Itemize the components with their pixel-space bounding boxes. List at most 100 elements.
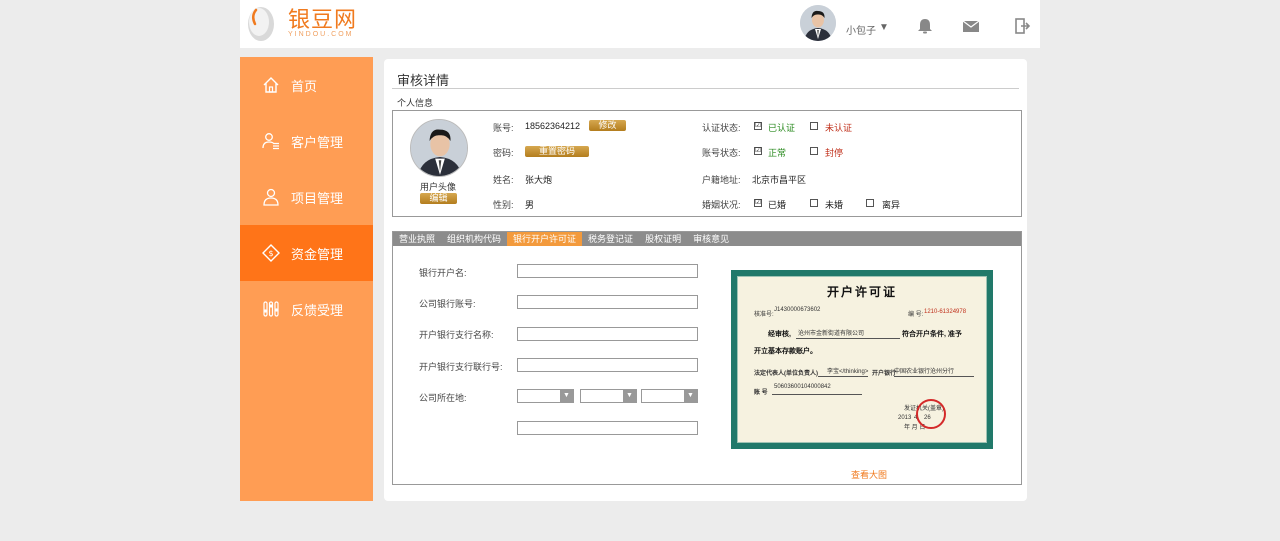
company-account-input[interactable] xyxy=(517,295,698,309)
bean-logo-icon xyxy=(248,7,274,41)
personal-info-box: 用户头像 编辑 账号: 18562364212 修改 密码: 重置密码 姓名: … xyxy=(392,110,1022,217)
cert-approval-label: 核准号: xyxy=(754,312,774,318)
user-menu-chevron-down-icon[interactable]: ▼ xyxy=(879,22,889,33)
company-account-label: 公司银行账号: xyxy=(419,299,476,309)
password-label: 密码: xyxy=(493,148,514,158)
customer-icon xyxy=(262,133,279,150)
marital-label: 婚姻状况: xyxy=(702,200,741,210)
tab-bank-permit[interactable]: 银行开户许可证 xyxy=(507,232,583,246)
district-select[interactable]: ▼ xyxy=(641,389,698,403)
title-divider xyxy=(392,88,1019,89)
user-name[interactable]: 小包子 xyxy=(846,22,876,37)
personal-info-label: 个人信息 xyxy=(397,98,434,108)
married-checkbox[interactable]: ☑ xyxy=(754,199,762,207)
tab-org-code[interactable]: 组织机构代码 xyxy=(441,232,507,246)
address-value: 北京市昌平区 xyxy=(752,175,807,185)
status-normal-checkbox[interactable]: ☑ xyxy=(754,147,762,155)
tab-business-license[interactable]: 营业执照 xyxy=(393,232,441,246)
status-normal-label: 正常 xyxy=(768,148,787,158)
gender-value: 男 xyxy=(525,200,535,210)
sidebar-item-funds[interactable]: $ 资金管理 xyxy=(240,225,373,281)
name-label: 姓名: xyxy=(493,175,514,185)
cert-approval-no: J1430000673602 xyxy=(774,307,821,313)
chevron-down-icon: ▼ xyxy=(684,390,697,402)
cert-account-label: 账 号 xyxy=(754,390,768,396)
auth-status-label: 认证状态: xyxy=(702,123,741,133)
cert-company: 沧州市金新街道有限公司 xyxy=(798,331,865,337)
auth-unverified-label: 未认证 xyxy=(825,123,853,133)
cert-conforms: 符合开户条件, 准予 xyxy=(902,331,962,338)
svg-text:$: $ xyxy=(268,249,273,258)
branch-number-input[interactable] xyxy=(517,358,698,372)
branch-number-label: 开户银行支行联行号: xyxy=(419,362,503,372)
header-avatar[interactable] xyxy=(800,5,836,41)
modify-account-button[interactable]: 修改 xyxy=(589,120,626,131)
bank-account-name-input[interactable] xyxy=(517,264,698,278)
tab-equity-proof[interactable]: 股权证明 xyxy=(639,232,687,246)
cert-title: 开户许可证 xyxy=(826,285,897,299)
company-location-label: 公司所在地: xyxy=(419,393,467,403)
sidebar: 首页 客户管理 项目管理 $ 资金管理 反馈受理 xyxy=(240,57,373,501)
sidebar-item-projects[interactable]: 项目管理 xyxy=(240,169,373,225)
address-detail-input[interactable] xyxy=(517,421,698,435)
cert-account-no: 50603600104000842 xyxy=(774,384,831,390)
user-avatar xyxy=(410,119,468,177)
cert-review-label: 经审核, xyxy=(768,331,791,338)
cert-serial-label: 编 号: xyxy=(908,312,924,318)
sidebar-item-feedback[interactable]: 反馈受理 xyxy=(240,281,373,337)
married-label: 已婚 xyxy=(768,200,787,210)
sidebar-item-home[interactable]: 首页 xyxy=(240,57,373,113)
chevron-down-icon: ▼ xyxy=(560,390,573,402)
auth-verified-checkbox[interactable]: ☑ xyxy=(754,122,762,130)
sidebar-item-label: 反馈受理 xyxy=(291,302,344,318)
bell-icon[interactable] xyxy=(916,18,934,34)
documents-panel: 营业执照 组织机构代码 银行开户许可证 税务登记证 股权证明 审核意见 银行开户… xyxy=(392,231,1022,485)
branch-name-input[interactable] xyxy=(517,327,698,341)
edit-avatar-button[interactable]: 编辑 xyxy=(420,193,457,204)
divorced-label: 离异 xyxy=(882,200,901,210)
reset-password-button[interactable]: 重置密码 xyxy=(525,146,589,157)
name-value: 张大炮 xyxy=(525,175,553,185)
mail-icon[interactable] xyxy=(962,18,980,34)
logo-title: 银豆网 xyxy=(288,6,358,32)
tab-review-opinion[interactable]: 审核意见 xyxy=(687,232,735,246)
province-select[interactable]: ▼ xyxy=(517,389,574,403)
auth-verified-label: 已认证 xyxy=(768,123,796,133)
status-frozen-checkbox[interactable] xyxy=(810,147,818,155)
logo[interactable]: 银豆网 YINDOU.COM xyxy=(246,4,357,42)
account-value: 18562364212 xyxy=(525,121,581,131)
sidebar-item-label: 客户管理 xyxy=(291,134,344,150)
sidebar-item-label: 资金管理 xyxy=(291,246,344,262)
gender-label: 性别: xyxy=(493,200,514,210)
project-icon xyxy=(263,188,279,206)
branch-name-label: 开户银行支行名称: xyxy=(419,330,494,340)
cert-serial-no: 1210-61324978 xyxy=(924,309,967,315)
status-frozen-label: 封停 xyxy=(825,148,844,158)
city-select[interactable]: ▼ xyxy=(580,389,637,403)
cert-bank-label: 开户银行 xyxy=(872,371,897,377)
view-large-image-link[interactable]: 查看大图 xyxy=(851,468,887,481)
sidebar-item-customers[interactable]: 客户管理 xyxy=(240,113,373,169)
logo-subtitle: YINDOU.COM xyxy=(288,30,354,38)
account-label: 账号: xyxy=(493,123,514,133)
sidebar-item-label: 项目管理 xyxy=(291,190,344,206)
top-header: 银豆网 YINDOU.COM 小包子 ▼ xyxy=(240,0,1040,48)
tab-tax-registration[interactable]: 税务登记证 xyxy=(582,232,639,246)
user-photo-icon xyxy=(411,120,467,176)
divorced-checkbox[interactable] xyxy=(866,199,874,207)
feedback-icon xyxy=(263,301,279,317)
cert-legal-rep: 李宝</thinking> xyxy=(827,369,869,375)
money-icon: $ xyxy=(262,244,280,262)
unmarried-checkbox[interactable] xyxy=(810,199,818,207)
home-icon xyxy=(263,77,279,93)
bank-permit-image[interactable]: 开户许可证 核准号: J1430000673602 编 号: 1210-6132… xyxy=(731,270,993,449)
avatar-label: 用户头像 xyxy=(420,182,457,192)
logout-icon[interactable] xyxy=(1013,18,1031,34)
bank-account-name-label: 银行开户名: xyxy=(419,268,467,278)
official-seal-icon xyxy=(916,399,946,429)
document-tabs: 营业执照 组织机构代码 银行开户许可证 税务登记证 股权证明 审核意见 xyxy=(393,232,1021,246)
cert-open-basic: 开立基本存款账户。 xyxy=(754,348,817,355)
auth-unverified-checkbox[interactable] xyxy=(810,122,818,130)
cert-legal-rep-label: 法定代表人(单位负责人) xyxy=(754,371,818,377)
cert-issue-year: 2013 xyxy=(898,415,912,421)
